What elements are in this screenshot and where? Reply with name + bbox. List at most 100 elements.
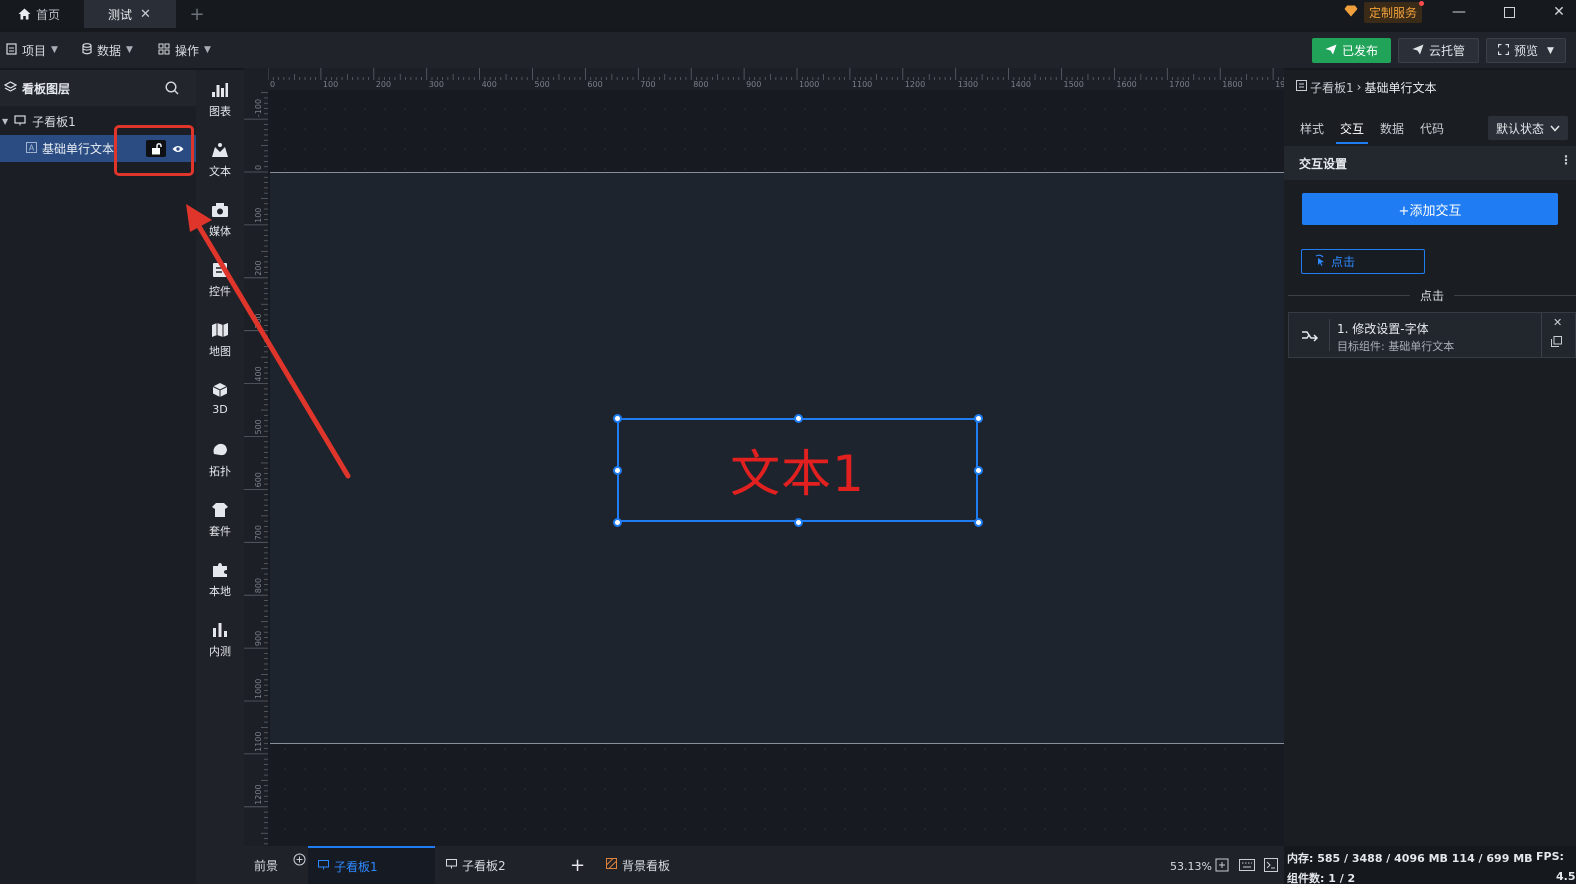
component-3d[interactable]: 3D <box>196 382 244 416</box>
component-kit[interactable]: 套件 <box>196 502 244 539</box>
resize-handle-s[interactable] <box>794 518 803 527</box>
resize-handle-se[interactable] <box>974 518 983 527</box>
tab-code[interactable]: 代码 <box>1420 112 1444 144</box>
tab-interaction[interactable]: 交互 <box>1336 112 1369 144</box>
custom-service[interactable]: 定制服务 <box>1344 0 1425 24</box>
search-icon[interactable] <box>165 81 179 98</box>
ruler-label: 700 <box>254 525 263 540</box>
ruler-label: 1800 <box>1222 80 1242 89</box>
component-control[interactable]: 控件 <box>196 262 244 299</box>
cube-icon <box>211 382 229 401</box>
component-local[interactable]: 本地 <box>196 562 244 599</box>
fit-screen-icon[interactable] <box>1215 858 1229 875</box>
fps-value: 4.5 <box>1556 870 1576 883</box>
preview-button[interactable]: 预览 ▼ <box>1486 38 1566 63</box>
fullscreen-icon <box>1497 43 1510 58</box>
layers-icon <box>3 80 18 96</box>
resize-handle-e[interactable] <box>974 466 983 475</box>
component-chart[interactable]: 图表 <box>196 82 244 119</box>
component-kit-label: 套件 <box>209 525 231 538</box>
ruler-corner <box>244 68 268 90</box>
ruler-label: 800 <box>254 578 263 593</box>
board-tab-1-label: 子看板1 <box>334 859 378 874</box>
component-3d-label: 3D <box>212 403 228 416</box>
chevron-down-icon <box>1550 121 1560 135</box>
state-select[interactable]: 默认状态 <box>1488 116 1568 140</box>
close-icon[interactable]: ✕ <box>140 7 151 22</box>
board-tab-2-label: 子看板2 <box>462 858 506 873</box>
action-card[interactable]: 1. 修改设置-字体 目标组件: 基础单行文本 ✕ <box>1288 312 1576 358</box>
console-icon[interactable] <box>1264 858 1278 875</box>
minimize-button[interactable]: — <box>1436 0 1482 24</box>
text-icon <box>211 142 229 161</box>
ruler-label: 1200 <box>254 784 263 804</box>
more-icon[interactable]: ⋮ <box>1560 153 1572 167</box>
menu-project[interactable]: 项目 ▼ <box>6 32 58 68</box>
canvas-area[interactable]: 文本1 0 100 200 300 400 500 600 700 800 900 1000 1100… <box>244 68 1284 846</box>
event-chip-click[interactable]: 点击 <box>1301 249 1425 274</box>
component-count: 组件数: 1 / 2 <box>1287 872 1356 884</box>
component-map[interactable]: 地图 <box>196 322 244 359</box>
action-flow-icon <box>1295 320 1325 350</box>
puzzle-icon <box>211 562 229 581</box>
tab-data[interactable]: 数据 <box>1380 112 1404 144</box>
component-beta[interactable]: 内测 <box>196 622 244 659</box>
component-text[interactable]: 文本 <box>196 142 244 179</box>
component-topology[interactable]: 拓扑 <box>196 442 244 479</box>
menu-data[interactable]: 数据 ▼ <box>82 32 133 68</box>
add-board-button[interactable]: + <box>570 846 585 884</box>
resize-handle-w[interactable] <box>613 466 622 475</box>
resize-handle-ne[interactable] <box>974 414 983 423</box>
delete-action-icon[interactable]: ✕ <box>1553 316 1562 329</box>
tab-home[interactable]: 首页 <box>0 0 82 28</box>
maximize-button[interactable] <box>1486 0 1532 24</box>
keyboard-icon[interactable] <box>1239 859 1255 874</box>
add-interaction-button[interactable]: +添加交互 <box>1302 193 1558 225</box>
control-icon <box>211 262 229 281</box>
tab-style[interactable]: 样式 <box>1300 112 1324 144</box>
ruler-label: 900 <box>746 80 761 89</box>
dashboard-board[interactable]: 文本1 <box>270 172 1284 744</box>
close-window-button[interactable]: ✕ <box>1536 0 1576 24</box>
board-tab-1[interactable]: 子看板1 <box>308 846 435 884</box>
ruler-label: 1200 <box>905 80 925 89</box>
resize-handle-n[interactable] <box>794 414 803 423</box>
ruler-label: 1900 <box>1275 80 1284 89</box>
ruler-label: 500 <box>535 80 550 89</box>
copy-action-icon[interactable] <box>1551 336 1562 350</box>
send-icon <box>1412 44 1424 58</box>
background-icon <box>606 858 617 872</box>
main-toolbar: 项目 ▼ 数据 ▼ 操作 ▼ 已发布 云托管 预览 ▼ <box>0 32 1576 68</box>
zoom-level[interactable]: 53.13% <box>1170 860 1212 873</box>
ruler-horizontal[interactable]: 0 100 200 300 400 500 600 700 800 900 1000 1100 1200… <box>267 68 1284 90</box>
selected-text-component[interactable]: 文本1 <box>613 414 983 527</box>
resize-handle-sw[interactable] <box>613 518 622 527</box>
card-separator <box>1329 319 1330 351</box>
state-select-value: 默认状态 <box>1495 121 1544 136</box>
background-board-tab[interactable]: 背景看板 <box>606 846 670 884</box>
cloud-hosting-button[interactable]: 云托管 <box>1398 38 1479 63</box>
ruler-label: 600 <box>254 472 263 487</box>
foreground-tab[interactable]: 前景 <box>254 846 306 884</box>
ruler-label: 1400 <box>1011 80 1031 89</box>
new-tab-button[interactable]: + <box>186 0 208 28</box>
component-control-label: 控件 <box>209 285 231 298</box>
resize-handle-nw[interactable] <box>613 414 622 423</box>
screen-icon <box>14 114 26 129</box>
pointer-click-icon <box>1314 254 1326 269</box>
component-media-label: 媒体 <box>209 225 231 238</box>
published-button[interactable]: 已发布 <box>1312 38 1391 63</box>
component-media[interactable]: 媒体 <box>196 202 244 239</box>
tab-test[interactable]: 测试 ✕ <box>84 0 176 28</box>
title-bar: 首页 测试 ✕ + 定制服务 — ✕ <box>0 0 1576 28</box>
ruler-label: 300 <box>254 313 263 328</box>
text-component-value[interactable]: 文本1 <box>730 434 865 506</box>
ruler-label: 900 <box>254 631 263 646</box>
menu-operations[interactable]: 操作 ▼ <box>158 32 211 68</box>
text-layer-icon: A <box>26 141 37 156</box>
ruler-vertical[interactable]: -100 0 100 200 300 400 500 600 700 800 900 1000 1100… <box>244 90 268 846</box>
board-tab-2[interactable]: 子看板2 <box>446 846 506 884</box>
breadcrumb-parent[interactable]: 子看板1 <box>1310 79 1354 96</box>
action-target: 目标组件: 基础单行文本 <box>1337 340 1455 353</box>
add-circle-icon[interactable] <box>293 853 306 869</box>
